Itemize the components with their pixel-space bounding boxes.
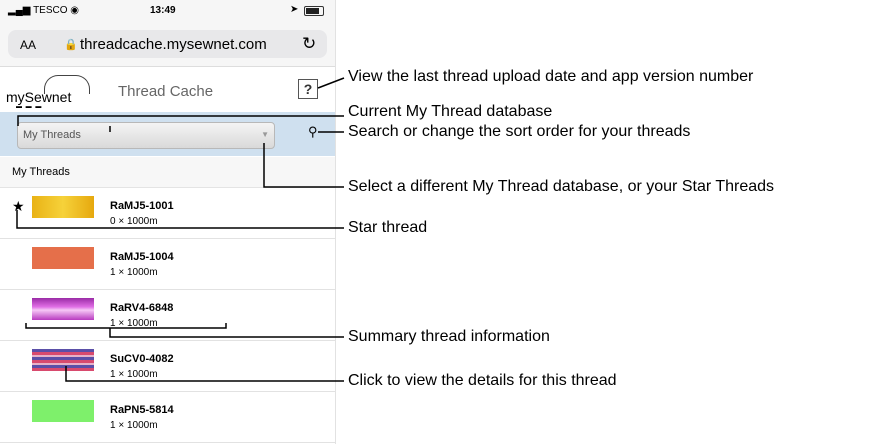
annotation-select-db: Select a different My Thread database, o… (348, 178, 775, 195)
annotation-current-db: Current My Thread database (348, 103, 553, 120)
annotation-summary: Summary thread information (348, 328, 550, 345)
annotation-help: View the last thread upload date and app… (348, 68, 754, 85)
annotation-details: Click to view the details for this threa… (348, 372, 617, 389)
annotation-star: Star thread (348, 219, 428, 236)
annotation-search: Search or change the sort order for your… (348, 123, 691, 140)
